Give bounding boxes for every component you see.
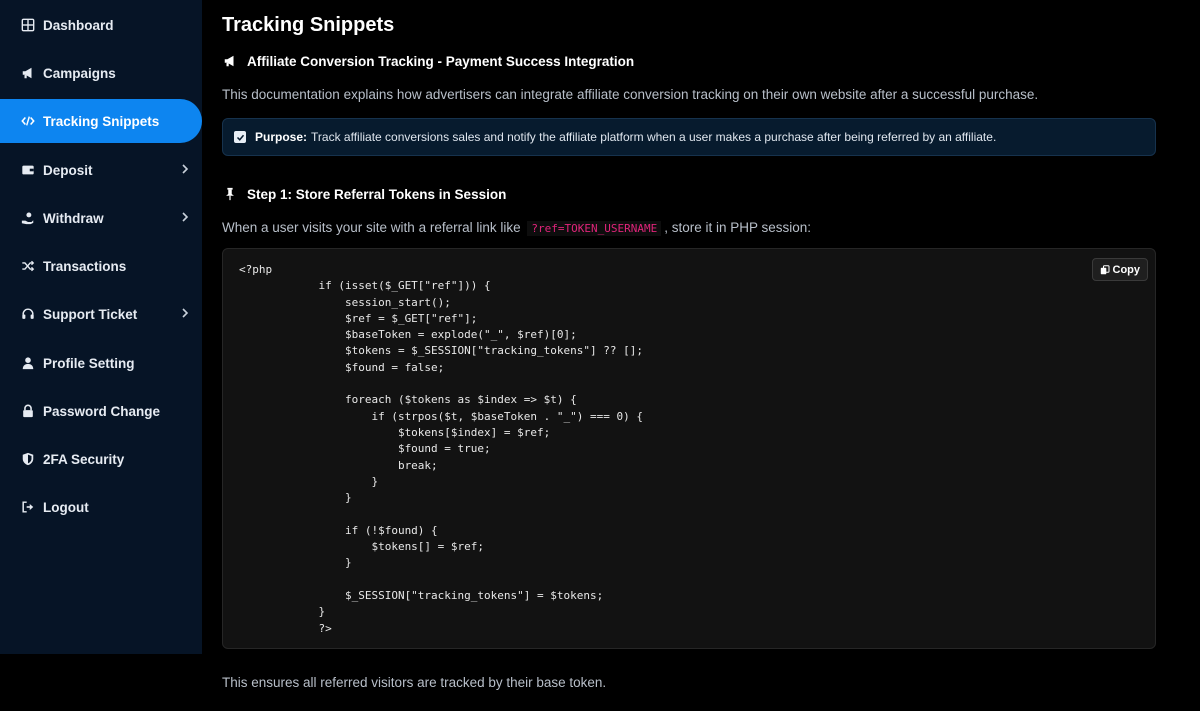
step1-heading: Step 1: Store Referral Tokens in Session — [222, 186, 506, 202]
megaphone-icon — [20, 65, 36, 81]
section-heading-text: Affiliate Conversion Tracking - Payment … — [247, 53, 635, 69]
user-icon — [20, 355, 36, 371]
copy-icon — [1100, 264, 1109, 274]
step1-heading-text: Step 1: Store Referral Tokens in Session — [247, 186, 507, 202]
sidebar-item-profile-setting[interactable]: Profile Setting — [0, 341, 202, 385]
sidebar-item-support-ticket[interactable]: Support Ticket — [0, 292, 202, 336]
sidebar-item-label: Password Change — [43, 403, 161, 419]
lock-icon — [20, 403, 36, 419]
sidebar: Dashboard Campaigns Tracking Snippets De… — [0, 0, 202, 654]
page-title: Tracking Snippets — [222, 14, 395, 36]
sidebar-item-campaigns[interactable]: Campaigns — [0, 51, 202, 95]
sidebar-item-label: Deposit — [43, 162, 93, 178]
sidebar-item-deposit[interactable]: Deposit — [0, 148, 202, 192]
sidebar-item-tracking-snippets[interactable]: Tracking Snippets — [0, 99, 202, 143]
sidebar-item-dashboard[interactable]: Dashboard — [0, 3, 202, 47]
chevron-right-icon — [182, 212, 189, 222]
logout-icon — [20, 499, 36, 515]
sidebar-item-label: Withdraw — [43, 210, 104, 226]
wallet-icon — [20, 162, 36, 178]
headset-icon — [20, 306, 36, 322]
sidebar-item-2fa-security[interactable]: 2FA Security — [0, 437, 202, 481]
section-heading: Affiliate Conversion Tracking - Payment … — [222, 53, 634, 69]
sidebar-item-withdraw[interactable]: Withdraw — [0, 196, 202, 240]
step1-text-before: When a user visits your site with a refe… — [222, 220, 521, 235]
copy-button[interactable]: Copy — [1091, 258, 1148, 281]
sidebar-item-logout[interactable]: Logout — [0, 485, 202, 529]
sidebar-item-transactions[interactable]: Transactions — [0, 244, 202, 288]
step1-text-after: , store it in PHP session: — [664, 220, 812, 235]
hand-coin-icon — [20, 210, 36, 226]
code-icon — [20, 113, 36, 129]
purpose-callout: Purpose: Track affiliate conversions sal… — [222, 118, 1156, 156]
code-content[interactable]: <?php if (isset($_GET["ref"])) { session… — [239, 262, 643, 637]
inline-code-ref: ?ref=TOKEN_USERNAME — [527, 221, 662, 236]
shuffle-icon — [20, 258, 36, 274]
pin-icon — [222, 186, 238, 202]
sidebar-item-label: Tracking Snippets — [43, 113, 160, 129]
sidebar-item-label: Campaigns — [43, 65, 116, 81]
sidebar-item-password-change[interactable]: Password Change — [0, 389, 202, 433]
sidebar-item-label: Profile Setting — [43, 355, 135, 371]
chevron-right-icon — [182, 164, 189, 174]
sidebar-item-label: Logout — [43, 499, 89, 515]
sidebar-item-label: Support Ticket — [43, 306, 138, 322]
purpose-text: Track affiliate conversions sales and no… — [311, 130, 997, 144]
grid-icon — [20, 17, 36, 33]
chevron-right-icon — [182, 308, 189, 318]
purpose-label: Purpose: — [255, 130, 308, 144]
footer-paragraph: This ensures all referred visitors are t… — [222, 675, 607, 690]
check-icon — [234, 131, 246, 143]
code-block: <?php if (isset($_GET["ref"])) { session… — [222, 248, 1156, 649]
copy-label: Copy — [1112, 263, 1141, 276]
shield-icon — [20, 451, 36, 467]
step1-paragraph: When a user visits your site with a refe… — [222, 220, 812, 236]
megaphone-icon — [222, 53, 238, 69]
intro-paragraph: This documentation explains how advertis… — [222, 87, 1039, 102]
sidebar-item-label: 2FA Security — [43, 451, 125, 467]
sidebar-item-label: Transactions — [43, 258, 127, 274]
sidebar-item-label: Dashboard — [43, 17, 114, 33]
